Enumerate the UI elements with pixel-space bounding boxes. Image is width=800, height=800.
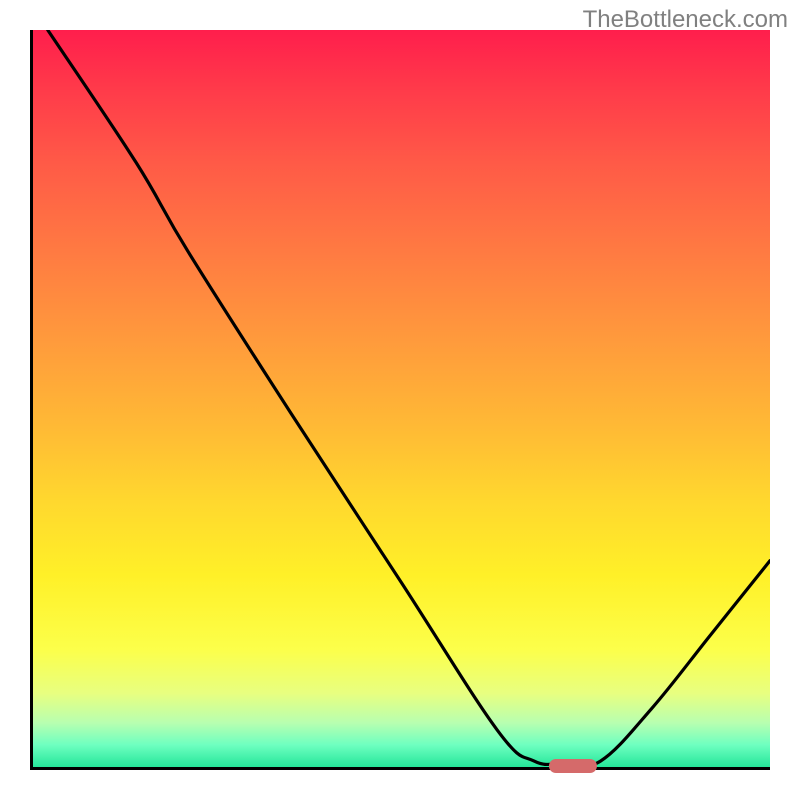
gradient-background — [33, 30, 770, 767]
optimal-marker — [549, 759, 597, 773]
bottleneck-chart: TheBottleneck.com — [0, 0, 800, 800]
plot-area — [30, 30, 770, 770]
